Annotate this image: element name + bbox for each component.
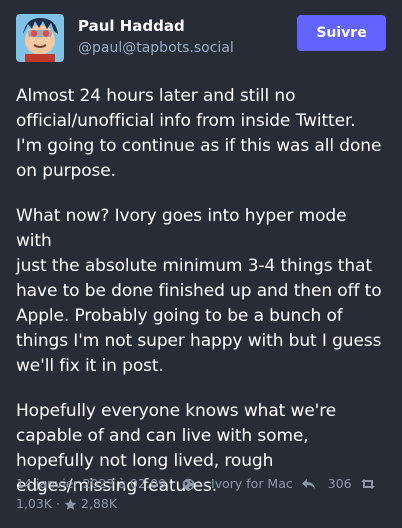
meta-separator: · xyxy=(203,476,208,491)
status-content: Almost 24 hours later and still no offic… xyxy=(16,84,386,499)
status-paragraph: What now? Ivory goes into hyper mode wit… xyxy=(16,206,382,376)
status-application[interactable]: Ivory for Mac xyxy=(211,474,293,494)
meta-line-primary: 14 janvier 2023 à 02:09 · · Ivory for Ma… xyxy=(16,474,388,494)
status-timestamp[interactable]: 14 janvier 2023 à 02:09 xyxy=(16,474,166,494)
follow-button[interactable]: Suivre xyxy=(297,15,386,51)
author-display-name[interactable]: Paul Haddad xyxy=(78,16,297,36)
meta-separator: · xyxy=(56,496,61,511)
reply-icon[interactable] xyxy=(301,478,316,490)
star-icon[interactable] xyxy=(64,498,77,511)
meta-line-secondary: 1,03K · 2,88K xyxy=(16,494,388,514)
author-identity: Paul Haddad @paul@tapbots.social xyxy=(78,16,297,58)
status-meta: 14 janvier 2023 à 02:09 · · Ivory for Ma… xyxy=(16,474,388,514)
avatar[interactable] xyxy=(16,14,64,62)
meta-separator: · xyxy=(170,476,175,491)
favourites-count: 2,88K xyxy=(81,496,118,511)
status-card: Paul Haddad @paul@tapbots.social Suivre … xyxy=(0,0,402,528)
status-paragraph: Almost 24 hours later and still no offic… xyxy=(16,86,382,181)
boosts-count: 1,03K xyxy=(16,496,53,511)
status-header: Paul Haddad @paul@tapbots.social Suivre xyxy=(16,14,386,62)
boost-icon[interactable] xyxy=(360,478,376,490)
author-handle[interactable]: @paul@tapbots.social xyxy=(78,38,297,58)
globe-icon xyxy=(182,478,195,491)
replies-count: 306 xyxy=(327,476,352,491)
